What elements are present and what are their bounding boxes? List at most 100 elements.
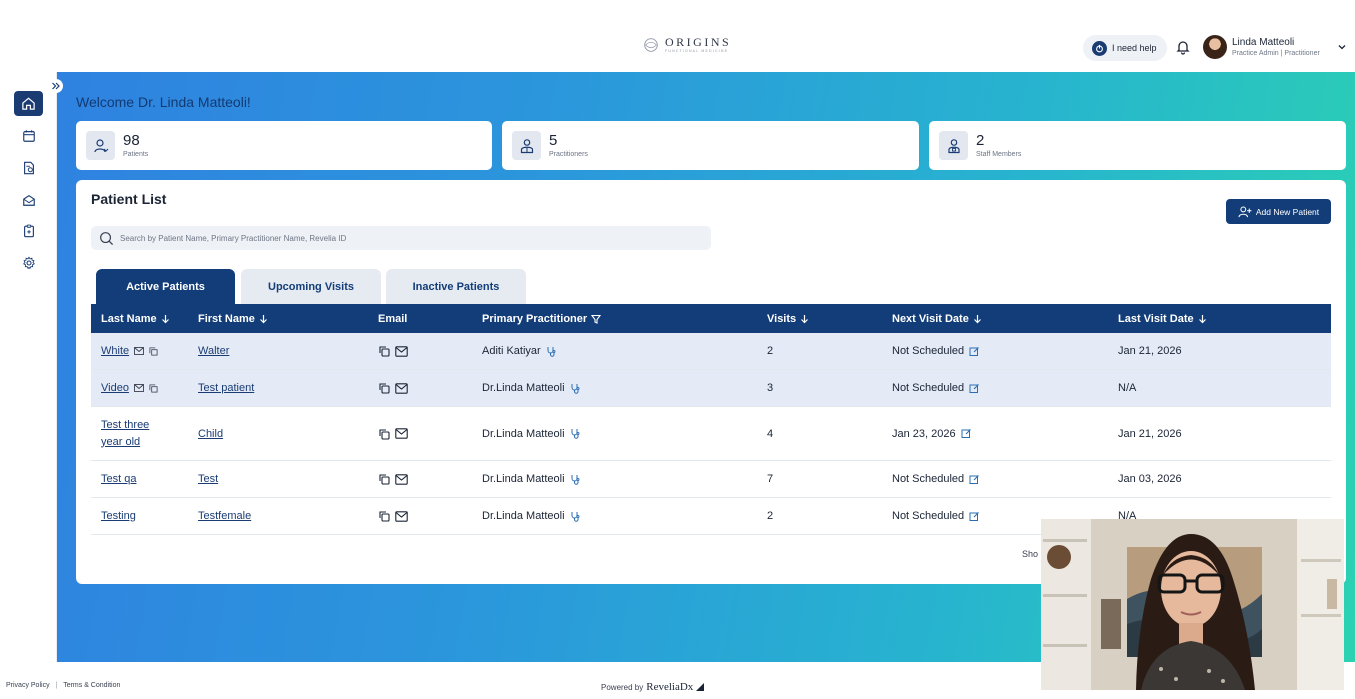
avatar[interactable] (1203, 35, 1227, 59)
expand-sidebar-icon[interactable] (49, 79, 63, 93)
next-visit-date: Not Scheduled (892, 345, 965, 357)
first-name-link[interactable]: Test patient (198, 382, 254, 394)
column-first-name[interactable]: First Name (198, 304, 268, 333)
presenter-image (1041, 519, 1344, 690)
sort-arrow-icon (1198, 314, 1206, 323)
stethoscope-icon (571, 474, 579, 485)
copy-icon[interactable] (378, 345, 390, 357)
staff-icon (939, 131, 968, 160)
first-name-link[interactable]: Testfemale (198, 510, 251, 522)
copy-icon[interactable] (378, 382, 390, 394)
stat-value: 5 (549, 132, 558, 149)
stat-card-patients[interactable]: 98 Patients (76, 121, 492, 170)
table-row[interactable]: Test three year old Child Dr.Linda Matte… (91, 407, 1331, 461)
sidebar-item-reports[interactable] (14, 155, 43, 180)
first-name-link[interactable]: Test (198, 473, 218, 485)
chevron-down-icon[interactable] (1337, 42, 1347, 52)
tab-upcoming-visits[interactable]: Upcoming Visits (241, 269, 381, 304)
edit-icon[interactable] (961, 428, 972, 439)
mail-icon[interactable] (133, 384, 144, 392)
column-primary-practitioner[interactable]: Primary Practitioner (482, 304, 602, 333)
copy-icon[interactable] (378, 473, 390, 485)
edit-icon[interactable] (969, 383, 980, 394)
add-new-patient-button[interactable]: Add New Patient (1226, 199, 1331, 224)
brand-name: ReveliaDx (646, 681, 694, 693)
search-input[interactable]: Search by Patient Name, Primary Practiti… (91, 226, 711, 250)
practitioner-icon (512, 131, 541, 160)
tab-active-patients[interactable]: Active Patients (96, 269, 235, 304)
column-last-name[interactable]: Last Name (101, 304, 170, 333)
filter-icon[interactable] (591, 314, 602, 324)
mail-icon[interactable] (134, 347, 145, 355)
logo-name: ORIGINS (665, 35, 732, 50)
column-label: Next Visit Date (892, 312, 969, 325)
first-name-link[interactable]: Child (198, 428, 223, 440)
last-name-link[interactable]: Test qa (101, 473, 136, 485)
bell-icon[interactable] (1175, 39, 1191, 55)
first-name-link[interactable]: Walter (198, 345, 229, 357)
last-name-link[interactable]: White (101, 345, 129, 357)
mail-icon[interactable] (395, 428, 408, 439)
logo-mark-icon (644, 38, 658, 52)
last-name-link[interactable]: Testing (101, 510, 136, 522)
sidebar-item-home[interactable] (14, 91, 43, 116)
last-name-link[interactable]: Video (101, 382, 129, 394)
sort-arrow-icon (973, 314, 981, 323)
column-last-visit-date[interactable]: Last Visit Date (1118, 304, 1207, 333)
practitioner-name: Dr.Linda Matteoli (482, 382, 565, 394)
origins-logo[interactable]: ORIGINS FUNCTIONAL MEDICINE (642, 36, 731, 54)
visits-count: 7 (767, 473, 774, 485)
sort-arrow-icon (161, 314, 169, 323)
clipboard-icon (23, 224, 34, 237)
copy-icon[interactable] (149, 346, 158, 356)
mail-icon[interactable] (395, 345, 408, 357)
sidebar-item-clipboard[interactable] (14, 218, 43, 243)
column-visits[interactable]: Visits (767, 304, 809, 333)
practitioner-name: Aditi Katiyar (482, 345, 541, 357)
stat-card-staff[interactable]: 2 Staff Members (929, 121, 1346, 170)
sidebar-item-settings[interactable] (14, 250, 43, 275)
help-button[interactable]: I need help (1083, 35, 1167, 61)
user-role: Practice Admin | Practitioner (1232, 50, 1320, 57)
last-visit-date: Jan 21, 2026 (1118, 427, 1182, 440)
help-label: I need help (1112, 43, 1157, 53)
tab-inactive-patients[interactable]: Inactive Patients (386, 269, 526, 304)
sidebar-item-calendar[interactable] (14, 123, 43, 148)
stethoscope-icon (547, 346, 556, 357)
mail-icon[interactable] (395, 510, 408, 522)
copy-icon[interactable] (378, 510, 390, 522)
last-name-link[interactable]: Test three year old (101, 417, 171, 451)
stat-label: Patients (123, 151, 149, 158)
copy-icon[interactable] (149, 383, 158, 393)
help-power-icon (1092, 40, 1107, 56)
visits-count: 2 (767, 510, 774, 522)
inbox-icon (22, 194, 35, 206)
stat-card-practitioners[interactable]: 5 Practitioners (502, 121, 919, 170)
terms-link[interactable]: Terms & Condition (63, 682, 120, 689)
stethoscope-icon (571, 383, 579, 394)
stethoscope-icon (571, 429, 579, 439)
column-label: Visits (767, 312, 797, 325)
pagination-show-label: Sho (1022, 549, 1039, 559)
next-visit-date: Not Scheduled (892, 473, 965, 485)
mail-icon[interactable] (395, 473, 408, 485)
column-next-visit-date[interactable]: Next Visit Date (892, 304, 982, 333)
search-placeholder: Search by Patient Name, Primary Practiti… (120, 233, 347, 243)
sort-arrow-icon (259, 314, 267, 323)
edit-icon[interactable] (969, 511, 980, 522)
brand-mark-icon (696, 683, 705, 691)
privacy-policy-link[interactable]: Privacy Policy (6, 682, 50, 689)
table-row[interactable]: Test qa Test Dr.Linda Matteoli 7 Not Sch… (91, 461, 1331, 498)
sidebar-item-inbox[interactable] (14, 187, 43, 212)
table-row[interactable]: Video Test patient Dr.Linda Matteoli 3 N… (91, 370, 1331, 407)
practitioner-name: Dr.Linda Matteoli (482, 473, 565, 485)
footer-links: Privacy Policy | Terms & Condition (6, 682, 121, 689)
edit-icon[interactable] (969, 346, 980, 357)
column-email: Email (378, 304, 407, 333)
table-row[interactable]: White Walter Aditi Katiyar 2 Not Schedul… (91, 333, 1331, 370)
copy-icon[interactable] (378, 428, 390, 440)
edit-icon[interactable] (969, 474, 980, 485)
mail-icon[interactable] (395, 382, 408, 394)
column-label: Primary Practitioner (482, 312, 588, 325)
visits-count: 2 (767, 345, 774, 357)
